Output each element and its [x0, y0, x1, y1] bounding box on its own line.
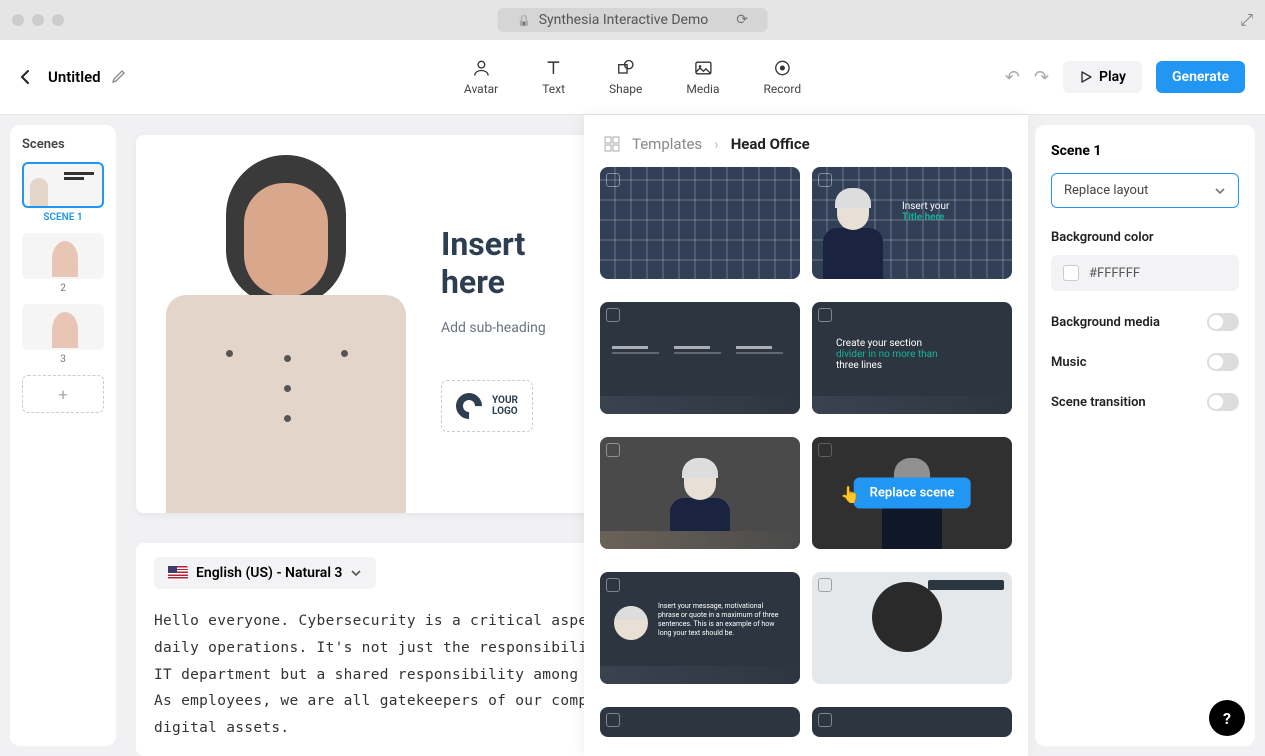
template-card-hover[interactable]: 👆 Replace scene [812, 437, 1012, 549]
maximize-window[interactable] [52, 14, 64, 26]
chevron-down-icon [350, 567, 362, 579]
properties-panel: Scene 1 Replace layout Background color … [1035, 125, 1255, 746]
avatar-tool[interactable]: Avatar [464, 58, 498, 96]
template-card[interactable]: Insert your Title here [812, 167, 1012, 279]
redo-button[interactable]: ↷ [1034, 67, 1049, 88]
canvas-title-l1: Insert [441, 225, 525, 263]
layout-select[interactable]: Replace layout [1051, 173, 1239, 208]
logo-line2: LOGO [492, 406, 518, 417]
document-title[interactable]: Untitled [48, 68, 101, 86]
bg-media-label: Background media [1051, 315, 1160, 330]
scene-label-1: SCENE 1 [18, 212, 108, 223]
cursor-icon: 👆 [840, 485, 860, 504]
template-card[interactable] [600, 437, 800, 549]
tpl-text: divider in no more than [836, 349, 938, 360]
text-tool[interactable]: Text [542, 58, 565, 96]
add-scene-button[interactable]: + [22, 375, 104, 413]
help-label: ? [1223, 709, 1231, 728]
logo-icon [451, 388, 488, 425]
undo-button[interactable]: ↶ [1005, 67, 1020, 88]
logo-placeholder[interactable]: YOUR LOGO [441, 380, 533, 432]
chevron-down-icon [1214, 185, 1226, 197]
tpl-text: three lines [836, 360, 982, 371]
layout-select-label: Replace layout [1064, 183, 1148, 198]
template-card[interactable] [600, 707, 800, 737]
logo-line1: YOUR [492, 395, 518, 406]
template-card[interactable] [600, 302, 800, 414]
play-button[interactable]: Play [1063, 61, 1142, 93]
music-label: Music [1051, 355, 1086, 370]
window-controls [12, 14, 64, 26]
templates-breadcrumb: Templates › Head Office [584, 115, 1028, 167]
shape-tool[interactable]: Shape [609, 58, 642, 96]
language-select[interactable]: English (US) - Natural 3 [154, 557, 376, 589]
chevron-right-icon: › [714, 135, 719, 153]
scene-thumb-2[interactable] [22, 233, 104, 279]
play-label: Play [1099, 69, 1126, 85]
close-window[interactable] [12, 14, 24, 26]
avatar-figure[interactable] [156, 155, 416, 513]
breadcrumb-root[interactable]: Templates [632, 135, 702, 153]
record-tool[interactable]: Record [763, 58, 801, 96]
tpl-text: Create your section [836, 338, 982, 349]
scene-label-3: 3 [18, 354, 108, 365]
replace-scene-label: Replace scene [870, 486, 955, 501]
back-button[interactable] [20, 69, 30, 85]
media-tool-label: Media [686, 82, 719, 96]
tpl-text: Insert your message, motivational phrase… [658, 602, 786, 638]
grid-icon [604, 136, 620, 152]
replace-scene-button[interactable]: Replace scene [854, 478, 971, 509]
scenes-sidebar: Scenes SCENE 1 2 3 + [10, 125, 116, 746]
lock-icon [517, 12, 531, 28]
canvas-title[interactable]: Insert here [441, 225, 525, 302]
minimize-window[interactable] [32, 14, 44, 26]
scene-label-2: 2 [18, 283, 108, 294]
template-card[interactable]: Insert your message, motivational phrase… [600, 572, 800, 684]
scene-thumb-3[interactable] [22, 304, 104, 350]
shape-tool-label: Shape [609, 82, 642, 96]
template-card[interactable] [600, 167, 800, 279]
page-title: Synthesia Interactive Demo [539, 12, 709, 28]
template-card[interactable] [812, 707, 1012, 737]
flag-us-icon [168, 566, 188, 580]
template-card[interactable] [812, 572, 1012, 684]
canvas-title-l2: here [441, 263, 525, 301]
expand-icon[interactable]: ⤢ [1240, 10, 1253, 30]
address-bar[interactable]: Synthesia Interactive Demo ⟳ [497, 8, 768, 32]
scenes-heading: Scenes [18, 137, 108, 152]
tpl-text: Insert your [902, 201, 949, 212]
help-button[interactable]: ? [1209, 700, 1245, 736]
scene-heading: Scene 1 [1051, 143, 1239, 159]
generate-label: Generate [1172, 69, 1229, 85]
avatar-tool-label: Avatar [464, 82, 498, 96]
app-toolbar: Untitled Avatar Text Shape Media [0, 40, 1265, 115]
color-swatch [1063, 265, 1079, 281]
breadcrumb-current: Head Office [731, 135, 810, 153]
transition-label: Scene transition [1051, 395, 1146, 410]
tpl-text: Title here [902, 212, 949, 223]
play-icon [1079, 70, 1093, 84]
edit-title-icon[interactable] [111, 69, 127, 85]
templates-panel: Templates › Head Office Insert your Titl… [584, 115, 1028, 756]
scene-thumb-1[interactable] [22, 162, 104, 208]
bg-color-value: #FFFFFF [1089, 266, 1140, 281]
music-toggle[interactable] [1207, 353, 1239, 371]
generate-button[interactable]: Generate [1156, 61, 1245, 93]
media-tool[interactable]: Media [686, 58, 719, 96]
language-label: English (US) - Natural 3 [196, 565, 342, 581]
browser-chrome: Synthesia Interactive Demo ⟳ ⤢ [0, 0, 1265, 40]
canvas-subheading[interactable]: Add sub-heading [441, 320, 546, 336]
record-tool-label: Record [763, 82, 801, 96]
refresh-icon[interactable]: ⟳ [736, 12, 748, 28]
bg-color-label: Background color [1051, 230, 1239, 245]
text-tool-label: Text [542, 82, 565, 96]
bg-color-input[interactable]: #FFFFFF [1051, 255, 1239, 291]
bg-media-toggle[interactable] [1207, 313, 1239, 331]
transition-toggle[interactable] [1207, 393, 1239, 411]
template-card[interactable]: Create your section divider in no more t… [812, 302, 1012, 414]
